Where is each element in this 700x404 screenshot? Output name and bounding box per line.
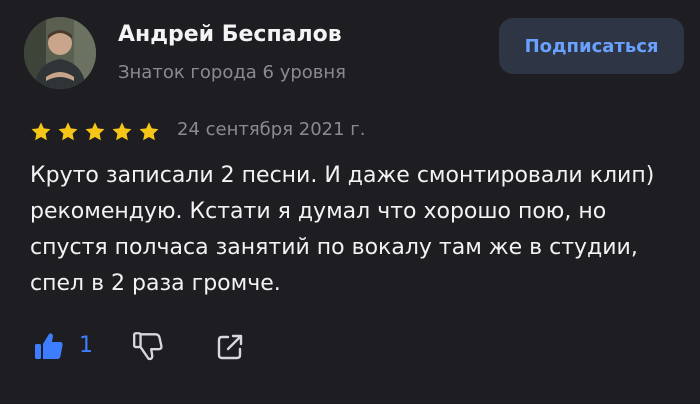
author-level: Знаток города 6 уровня — [118, 62, 347, 83]
author-name[interactable]: Андрей Беспалов — [118, 22, 342, 47]
star-icon — [57, 121, 79, 143]
thumbs-down-icon[interactable] — [131, 329, 165, 363]
review-actions: 1 — [0, 322, 700, 372]
star-icon — [84, 121, 106, 143]
subscribe-button[interactable]: Подписаться — [499, 18, 684, 74]
star-icon — [111, 121, 133, 143]
like-button[interactable]: 1 — [33, 329, 93, 363]
star-icon — [30, 121, 52, 143]
review-date: 24 сентября 2021 г. — [177, 119, 366, 140]
thumbs-up-icon — [33, 330, 65, 362]
star-rating — [30, 119, 165, 145]
star-icon — [138, 121, 160, 143]
avatar[interactable] — [24, 17, 96, 89]
share-icon[interactable] — [214, 331, 246, 363]
review-card: Андрей Беспалов Знаток города 6 уровня П… — [0, 0, 700, 404]
review-text: Круто записали 2 песни. И даже смонтиров… — [30, 163, 655, 296]
like-count: 1 — [79, 333, 93, 358]
